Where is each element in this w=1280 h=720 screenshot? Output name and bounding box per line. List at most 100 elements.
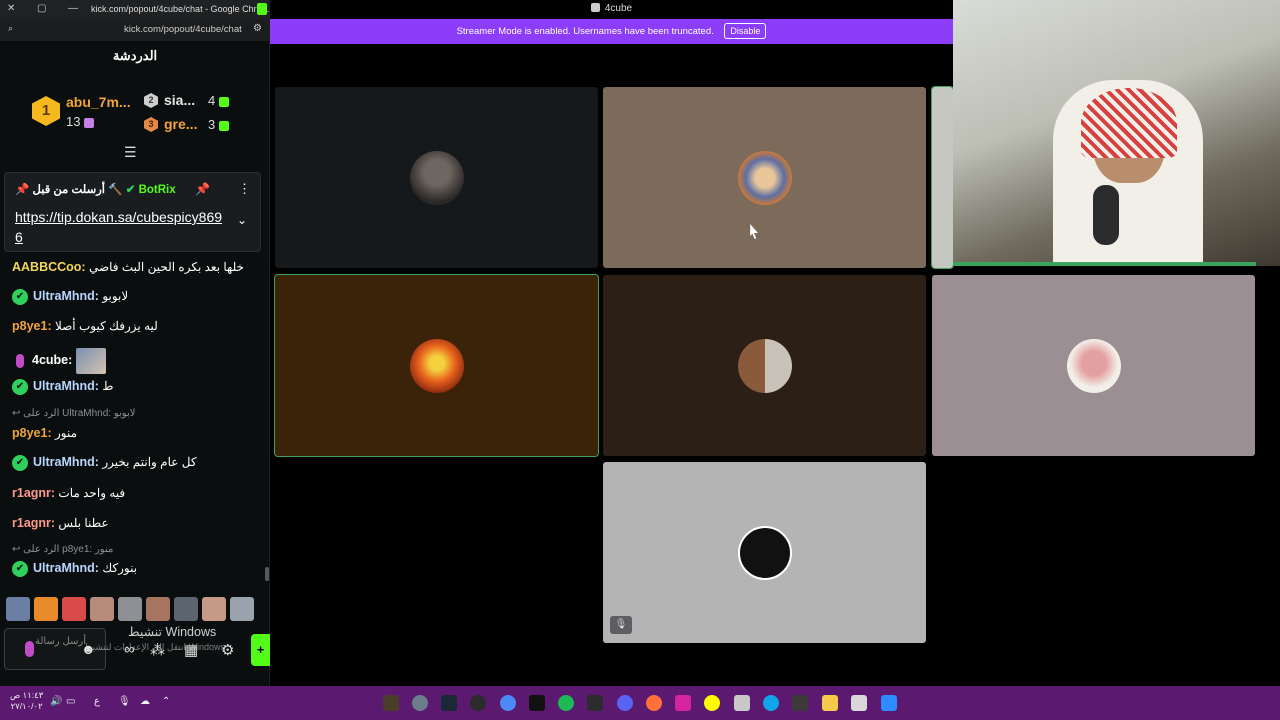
message-user[interactable]: UltraMhnd: <box>33 561 99 575</box>
maximize-icon[interactable]: ▢ <box>37 3 46 14</box>
search-icon: ⌕ <box>8 23 14 33</box>
app-icon[interactable] <box>529 695 545 711</box>
participant-tile[interactable] <box>603 87 926 268</box>
message-user[interactable]: UltraMhnd: <box>33 379 99 393</box>
participant-tile[interactable] <box>603 275 926 456</box>
emote-button[interactable] <box>202 597 226 621</box>
participant-tile[interactable] <box>603 462 926 643</box>
unpin-icon[interactable]: 📌 <box>195 182 210 196</box>
video-editor-icon[interactable] <box>792 695 808 711</box>
pinned-label: أرسلت من قبل <box>32 184 105 196</box>
chat-message: p8ye1: منور <box>12 426 77 440</box>
app-icon[interactable] <box>587 695 603 711</box>
message-user[interactable]: UltraMhnd: <box>33 455 99 469</box>
chevron-up-icon[interactable]: ⌃ <box>162 696 170 707</box>
webcam-overlay <box>953 0 1280 266</box>
participant-tile[interactable] <box>275 87 598 268</box>
emote-image <box>75 348 106 374</box>
network-icon[interactable]: ▭ <box>66 696 75 707</box>
message-user[interactable]: AABBCCoo: <box>12 260 86 274</box>
emote-button[interactable] <box>6 597 30 621</box>
leader-3-count: 3 <box>208 117 230 132</box>
disable-streamer-mode-button[interactable]: Disable <box>724 23 767 39</box>
avatar <box>737 338 792 393</box>
leader-1-name[interactable]: abu_7m... <box>66 94 131 110</box>
spotify-icon[interactable] <box>558 695 574 711</box>
broadcaster-mic-icon <box>16 354 24 368</box>
emote-button[interactable] <box>146 597 170 621</box>
taskbar-clock[interactable]: ١١:٤٣ ص ٢٧/١٠/٠٢ <box>10 690 43 712</box>
leader-1-count: 13 <box>66 114 95 129</box>
gift-leaderboard: 1 abu_7m... 13 2 sia... 4 3 gre... 3 <box>0 86 270 146</box>
site-settings-icon[interactable]: ⚙ <box>253 23 262 34</box>
pinned-user[interactable]: BotRix <box>139 184 176 196</box>
chat-message: ✔ UltraMhnd: لابوبو <box>12 289 128 305</box>
minimize-icon[interactable]: — <box>68 3 78 14</box>
emote-button[interactable] <box>118 597 142 621</box>
mic-tray-icon[interactable]: 🎙 <box>118 696 131 707</box>
cloud-icon[interactable]: ☁ <box>140 696 150 707</box>
emote-button[interactable] <box>62 597 86 621</box>
gift-icon <box>219 120 230 131</box>
chat-message: 4cube: <box>12 348 106 374</box>
emote-button[interactable] <box>230 597 254 621</box>
chat-message: ✔ UltraMhnd: كل عام وانتم بخيرر <box>12 455 197 471</box>
volume-icon[interactable]: 🔊 <box>50 696 62 707</box>
chat-scrollbar[interactable] <box>265 567 269 581</box>
chat-popout-window: ✕ ▢ — kick.com/popout/4cube/chat - Googl… <box>0 0 270 686</box>
snapchat-icon[interactable] <box>704 695 720 711</box>
message-text: منور <box>54 426 77 440</box>
verified-icon: ✔ <box>12 379 28 395</box>
app-icon[interactable] <box>851 695 867 711</box>
discord-call-window: 4cube Streamer Mode is enabled. Username… <box>270 0 1280 686</box>
leader-2-name[interactable]: sia... <box>164 92 195 108</box>
emote-button[interactable] <box>174 597 198 621</box>
browser-title-bar: ✕ ▢ — kick.com/popout/4cube/chat - Googl… <box>0 0 270 19</box>
message-text: عطنا بلس <box>58 516 109 530</box>
settings-app-icon[interactable] <box>412 695 428 711</box>
obs-icon[interactable] <box>470 695 486 711</box>
send-button[interactable]: + <box>251 634 270 666</box>
gift-icon <box>84 117 95 128</box>
message-user[interactable]: r1agnr: <box>12 516 55 530</box>
avatar <box>1066 338 1121 393</box>
reply-text: الرد على UltraMhnd: لابوبو <box>23 408 136 419</box>
address-url[interactable]: kick.com/popout/4cube/chat <box>124 24 242 35</box>
emote-button[interactable] <box>34 597 58 621</box>
address-bar[interactable]: ⌕ kick.com/popout/4cube/chat ⚙ <box>0 19 270 41</box>
avatar <box>409 338 464 393</box>
steam-icon[interactable] <box>441 695 457 711</box>
avatar <box>737 525 792 580</box>
collapse-leaderboard-icon[interactable]: ☰ <box>124 144 137 161</box>
message-text: ط <box>102 379 114 394</box>
leader-3-name[interactable]: gre... <box>164 116 197 132</box>
chevron-down-icon[interactable]: ⌄ <box>237 213 247 227</box>
verified-icon: ✔ <box>12 455 28 471</box>
reply-context: ↩ الرد على UltraMhnd: لابوبو <box>12 408 135 419</box>
file-explorer-icon[interactable] <box>822 695 838 711</box>
message-user[interactable]: r1agnr: <box>12 486 55 500</box>
muted-mic-icon: 🎙 <box>610 616 632 634</box>
pinned-link[interactable]: https://tip.dokan.sa/cubespicy8696 <box>15 207 225 247</box>
instagram-icon[interactable] <box>675 695 691 711</box>
app-icon[interactable] <box>383 695 399 711</box>
firefox-icon[interactable] <box>646 695 662 711</box>
language-indicator[interactable]: ع <box>94 696 100 707</box>
emote-button[interactable] <box>90 597 114 621</box>
message-user[interactable]: p8ye1: <box>12 426 52 440</box>
participant-tile[interactable] <box>274 274 599 457</box>
app-icon[interactable] <box>734 695 750 711</box>
chat-message: p8ye1: ليه يزرفك كيوب أصلا <box>12 319 158 333</box>
message-user[interactable]: 4cube: <box>32 353 72 367</box>
windows-start-icon[interactable] <box>881 695 897 711</box>
participant-tile[interactable] <box>931 86 954 269</box>
edge-icon[interactable] <box>763 695 779 711</box>
discord-icon[interactable] <box>617 695 633 711</box>
message-user[interactable]: p8ye1: <box>12 319 52 333</box>
rank-2-badge: 2 <box>144 93 158 108</box>
participant-tile[interactable] <box>932 275 1255 456</box>
more-options-icon[interactable]: ⋮ <box>238 181 251 197</box>
message-user[interactable]: UltraMhnd: <box>33 289 99 303</box>
close-icon[interactable]: ✕ <box>7 3 15 14</box>
chrome-icon[interactable] <box>500 695 516 711</box>
